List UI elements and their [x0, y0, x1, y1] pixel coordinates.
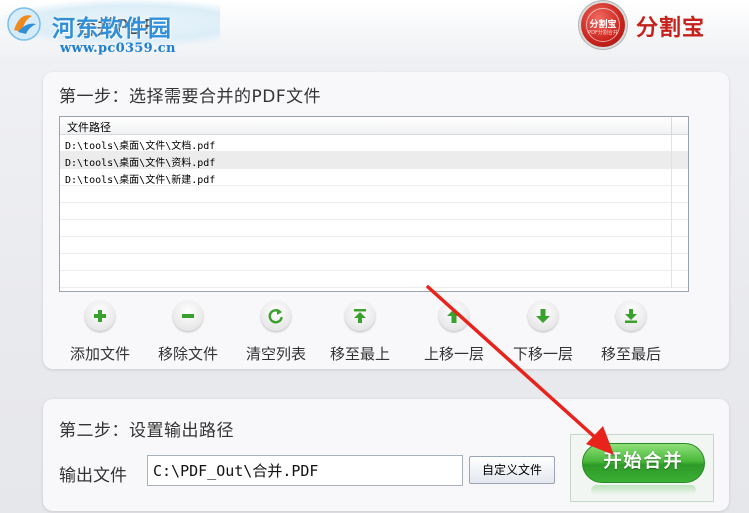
- output-file-label: 输出文件: [59, 466, 127, 486]
- empty-row: [60, 220, 688, 237]
- file-list-header[interactable]: 文件路径: [60, 117, 688, 135]
- list-item[interactable]: D:\tools\桌面\文件\新建.pdf: [60, 169, 688, 186]
- watermark-site-name: 河东软件园: [52, 15, 172, 42]
- column-divider: [671, 117, 672, 134]
- arrow-down-icon: [528, 301, 558, 331]
- move-to-bottom-label: 移至最后: [600, 345, 661, 363]
- file-list[interactable]: 文件路径 D:\tools\桌面\文件\文档.pdf D:\tools\桌面\文…: [59, 116, 689, 292]
- move-up-button[interactable]: 上移一层: [413, 301, 493, 363]
- column-divider: [671, 169, 672, 186]
- column-header-path[interactable]: 文件路径: [67, 119, 111, 135]
- brand-seal-logo: 分割宝 PDF分割合并: [581, 3, 625, 47]
- column-divider: [671, 271, 672, 288]
- arrow-to-top-icon: [345, 301, 375, 331]
- move-up-label: 上移一层: [423, 345, 484, 363]
- step1-title: 第一步：选择需要合并的PDF文件: [59, 87, 322, 107]
- step1-panel: 第一步：选择需要合并的PDF文件 文件路径 D:\tools\桌面\文件\文档.…: [43, 72, 729, 369]
- column-divider: [671, 135, 672, 152]
- list-item[interactable]: D:\tools\桌面\文件\文档.pdf: [60, 135, 688, 152]
- move-down-button[interactable]: 下移一层: [502, 301, 582, 363]
- plus-icon: [85, 301, 115, 331]
- remove-file-button[interactable]: 移除文件: [147, 301, 227, 363]
- start-button-frame: 开始合并: [570, 434, 714, 502]
- brand-name: 分割宝: [636, 16, 706, 41]
- column-divider: [671, 203, 672, 220]
- remove-file-label: 移除文件: [157, 345, 218, 363]
- add-file-label: 添加文件: [69, 345, 130, 363]
- empty-row: [60, 271, 688, 288]
- minus-icon: [173, 301, 203, 331]
- watermark-url: www.pc0359.cn: [60, 41, 176, 56]
- file-list-body: D:\tools\桌面\文件\文档.pdf D:\tools\桌面\文件\资料.…: [60, 135, 688, 291]
- empty-row: [60, 203, 688, 220]
- step2-panel: 第二步：设置输出路径 输出文件 自定义文件 开始合并: [43, 399, 729, 511]
- empty-row: [60, 237, 688, 254]
- move-to-top-button[interactable]: 移至最上: [319, 301, 399, 363]
- arrow-up-icon: [439, 301, 469, 331]
- refresh-icon: [261, 301, 291, 331]
- list-item[interactable]: D:\tools\桌面\文件\资料.pdf: [60, 152, 688, 169]
- arrow-to-bottom-icon: [616, 301, 646, 331]
- column-divider: [671, 237, 672, 254]
- header: 合并PDF 河东软件园 www.pc0359.cn 分割宝 PDF分割合并 分割…: [0, 0, 749, 62]
- move-down-label: 下移一层: [512, 345, 573, 363]
- column-divider: [671, 186, 672, 203]
- move-to-top-label: 移至最上: [329, 345, 390, 363]
- empty-row: [60, 186, 688, 203]
- column-divider: [671, 220, 672, 237]
- empty-row: [60, 254, 688, 271]
- column-divider: [671, 152, 672, 169]
- start-merge-button[interactable]: 开始合并: [582, 443, 705, 483]
- custom-file-button[interactable]: 自定义文件: [469, 456, 555, 484]
- list-toolbar: 添加文件 移除文件 清空列表 移至最上 上移一层 下移一层 移至最后: [59, 301, 699, 363]
- seal-subtext: PDF分割合并: [588, 30, 618, 36]
- file-path-cell: D:\tools\桌面\文件\资料.pdf: [65, 158, 216, 169]
- file-path-cell: D:\tools\桌面\文件\文档.pdf: [65, 141, 216, 152]
- add-file-button[interactable]: 添加文件: [59, 301, 139, 363]
- start-button-reflection: [591, 485, 696, 495]
- column-divider: [671, 254, 672, 271]
- watermark-logo-icon: [7, 7, 41, 41]
- file-path-cell: D:\tools\桌面\文件\新建.pdf: [65, 175, 216, 186]
- move-to-bottom-button[interactable]: 移至最后: [590, 301, 670, 363]
- clear-list-button[interactable]: 清空列表: [235, 301, 315, 363]
- step2-title: 第二步：设置输出路径: [59, 421, 234, 441]
- clear-list-label: 清空列表: [245, 345, 306, 363]
- output-path-input[interactable]: [147, 455, 463, 486]
- app-window: 合并PDF 河东软件园 www.pc0359.cn 分割宝 PDF分割合并 分割…: [0, 0, 749, 513]
